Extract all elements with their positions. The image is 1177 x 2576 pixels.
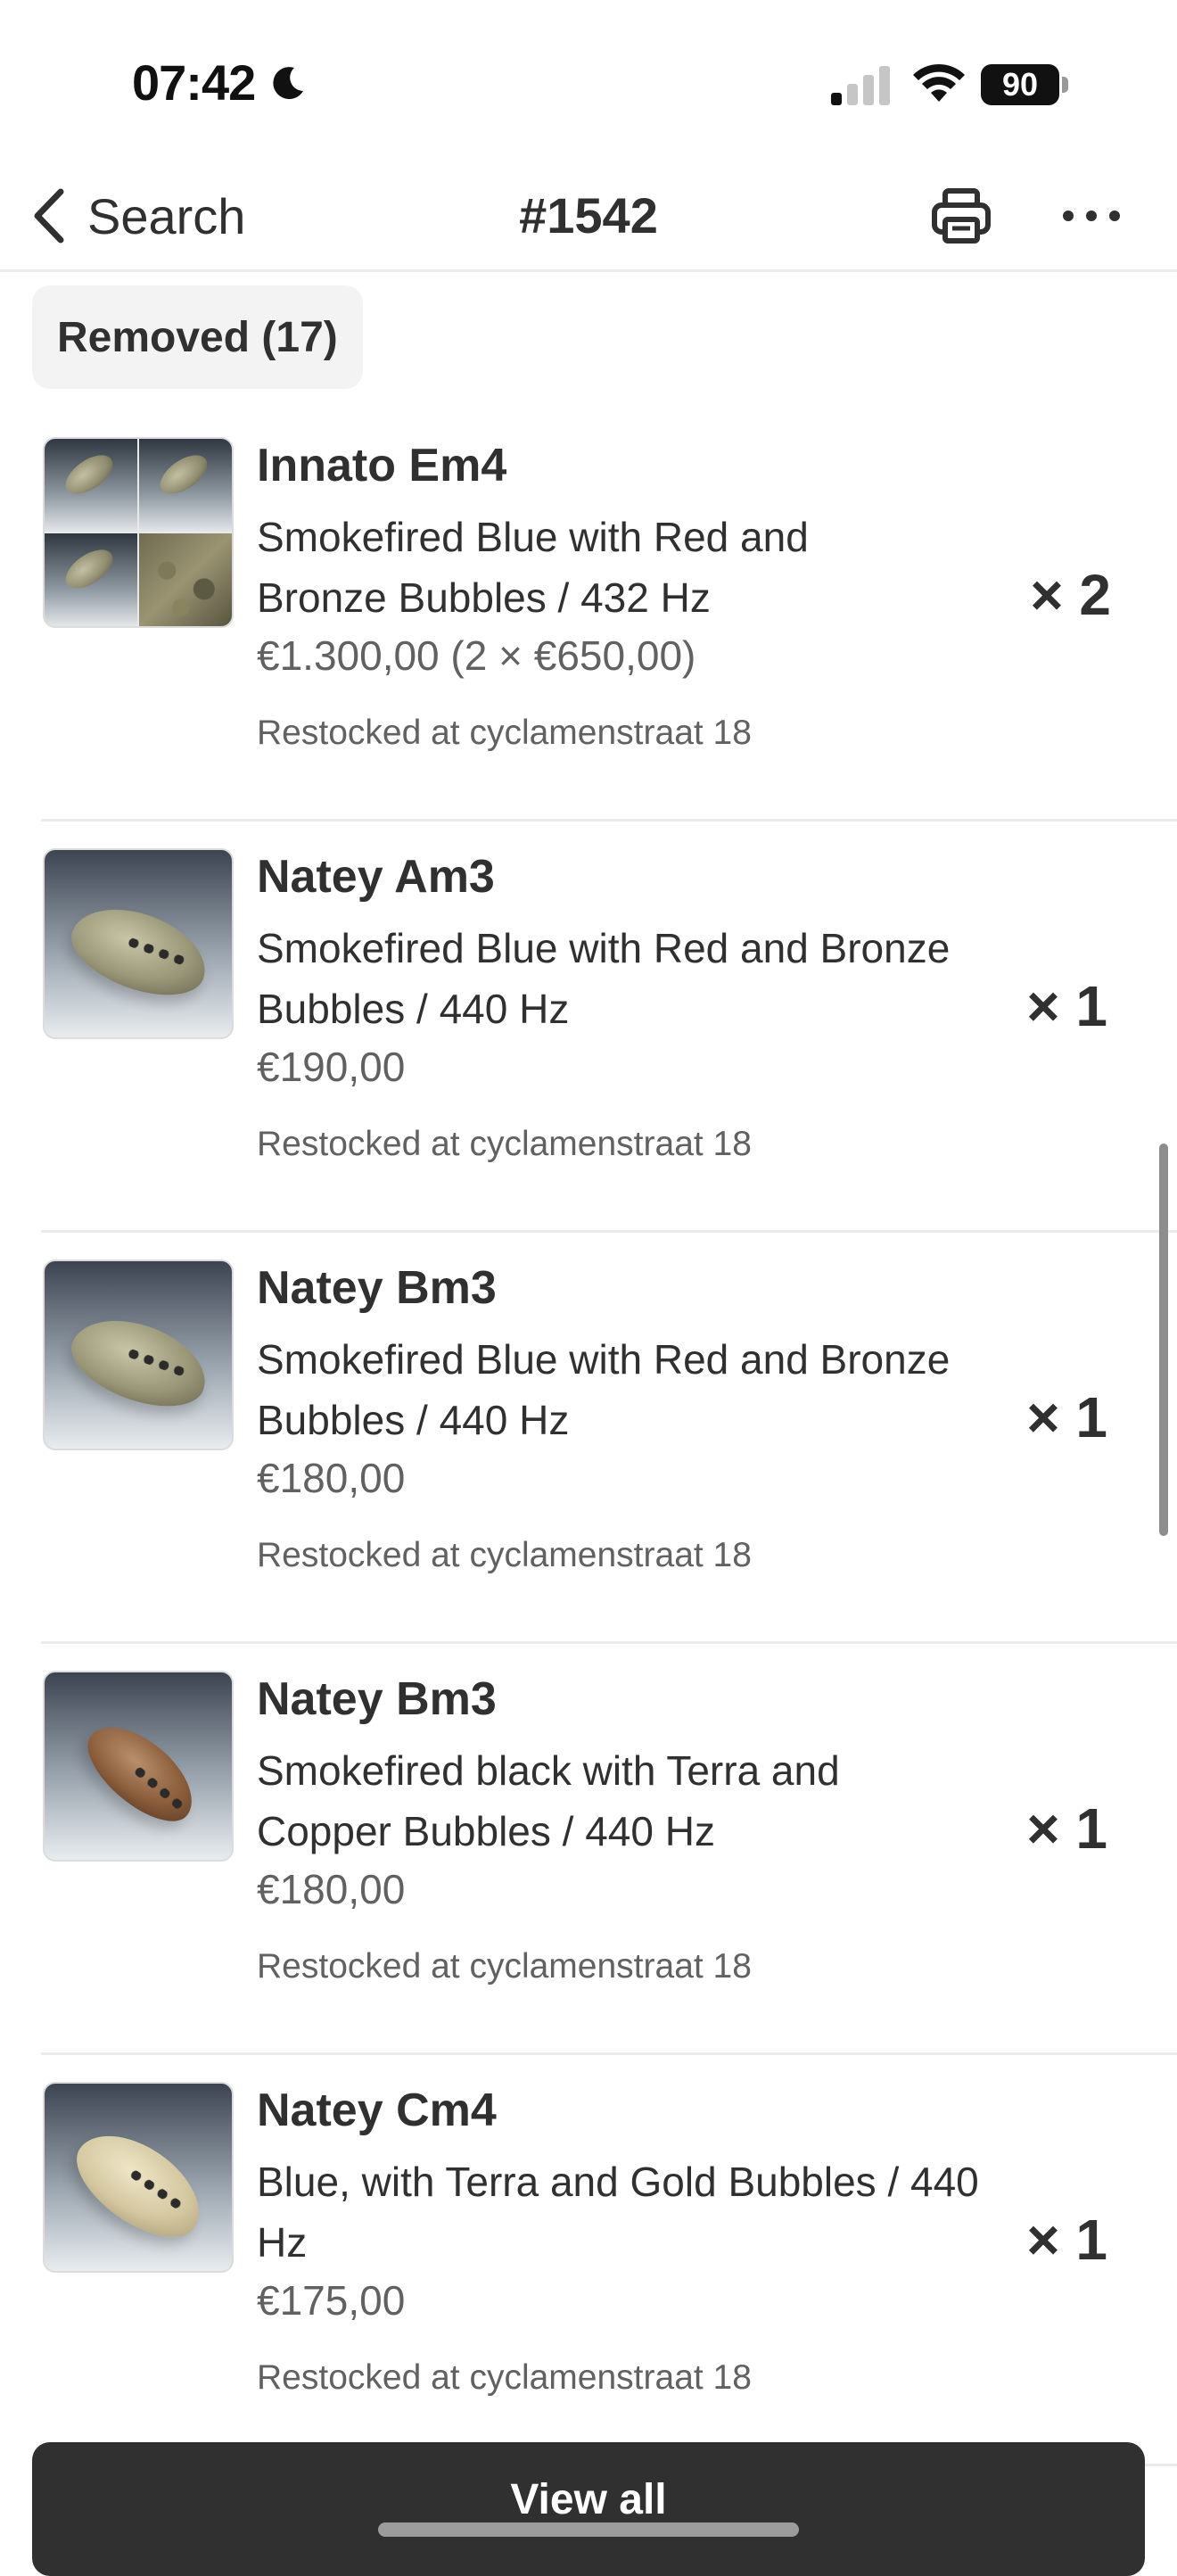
product-thumbnail (43, 1671, 234, 1862)
item-location: Restocked at cyclamenstraat 18 (257, 714, 752, 752)
item-name: Natey Bm3 (257, 1262, 497, 1314)
thumbnail-quadrant (45, 533, 137, 626)
list-item[interactable]: Natey Bm3 Smokefired black with Terra an… (41, 1644, 1177, 2055)
item-description: Smokefired black with Terra and Copper B… (257, 1747, 840, 1854)
ocarina-image (72, 1709, 210, 1837)
item-price: €1.300,00 (2 × €650,00) (257, 632, 696, 679)
back-label: Search (87, 187, 246, 244)
item-name: Natey Bm3 (257, 1673, 497, 1725)
list-item[interactable]: Natey Cm4 Blue, with Terra and Gold Bubb… (41, 2055, 1177, 2466)
battery-indicator: 90 (981, 64, 1070, 105)
list-item[interactable]: Natey Bm3 Smokefired Blue with Red and B… (41, 1233, 1177, 1644)
item-name: Natey Cm4 (257, 2085, 497, 2136)
ocarina-image (59, 447, 119, 502)
product-thumbnail (43, 437, 234, 628)
item-description: Smokefired Blue with Red and Bronze Bubb… (257, 1336, 951, 1443)
ocarina-image (61, 1303, 218, 1423)
item-price: €175,00 (257, 2277, 406, 2324)
item-quantity: × 1 (1026, 974, 1107, 1038)
home-indicator[interactable] (378, 2522, 799, 2537)
item-description: Smokefired Blue with Red and Bronze Bubb… (257, 925, 951, 1032)
product-thumbnail (43, 848, 234, 1039)
navigation-bar: Search #1542 (0, 161, 1177, 272)
ocarina-image (59, 541, 119, 597)
ocarina-image (61, 892, 218, 1011)
moon-icon (273, 67, 303, 100)
battery-nub (1062, 77, 1068, 93)
item-name: Innato Em4 (257, 440, 507, 491)
item-location: Restocked at cyclamenstraat 18 (257, 1947, 752, 1986)
ocarina-image (153, 447, 214, 502)
item-location: Restocked at cyclamenstraat 18 (257, 1125, 752, 1163)
product-thumbnail (43, 2082, 234, 2273)
item-price: €180,00 (257, 1455, 406, 1501)
scrollbar[interactable] (1159, 1144, 1168, 1536)
status-time: 07:42 (132, 54, 256, 111)
item-location: Restocked at cyclamenstraat 18 (257, 1536, 752, 1574)
ellipsis-icon[interactable] (1059, 184, 1124, 248)
battery-level: 90 (981, 64, 1059, 105)
wifi-icon (913, 63, 965, 102)
cellular-signal-icon (831, 66, 890, 105)
item-name: Natey Am3 (257, 851, 495, 903)
item-description: Blue, with Terra and Gold Bubbles / 440 … (257, 2159, 979, 2266)
printer-icon[interactable] (929, 184, 993, 248)
item-quantity: × 1 (1026, 2208, 1107, 2272)
thumbnail-quadrant (139, 439, 232, 532)
item-price: €190,00 (257, 1044, 406, 1090)
thumbnail-quadrant (45, 439, 137, 532)
product-thumbnail (43, 1259, 234, 1450)
item-location: Restocked at cyclamenstraat 18 (257, 2358, 752, 2397)
item-price: €180,00 (257, 1866, 406, 1912)
removed-section-badge: Removed (17) (32, 285, 363, 389)
view-all-button[interactable]: View all (32, 2442, 1145, 2576)
list-item[interactable]: Innato Em4 Smokefired Blue with Red and … (41, 410, 1177, 822)
ocarina-image (61, 2114, 218, 2257)
removed-items-list: Innato Em4 Smokefired Blue with Red and … (0, 410, 1177, 2466)
thumbnail-quadrant (139, 533, 232, 626)
back-button[interactable]: Search (29, 180, 245, 252)
list-item[interactable]: Natey Am3 Smokefired Blue with Red and B… (41, 822, 1177, 1233)
status-bar: 07:42 90 (0, 0, 1177, 161)
item-quantity: × 2 (1030, 563, 1111, 627)
item-description: Smokefired Blue with Red and Bronze Bubb… (257, 514, 809, 621)
item-quantity: × 1 (1026, 1385, 1107, 1449)
item-quantity: × 1 (1026, 1796, 1107, 1861)
chevron-left-icon (34, 188, 64, 244)
